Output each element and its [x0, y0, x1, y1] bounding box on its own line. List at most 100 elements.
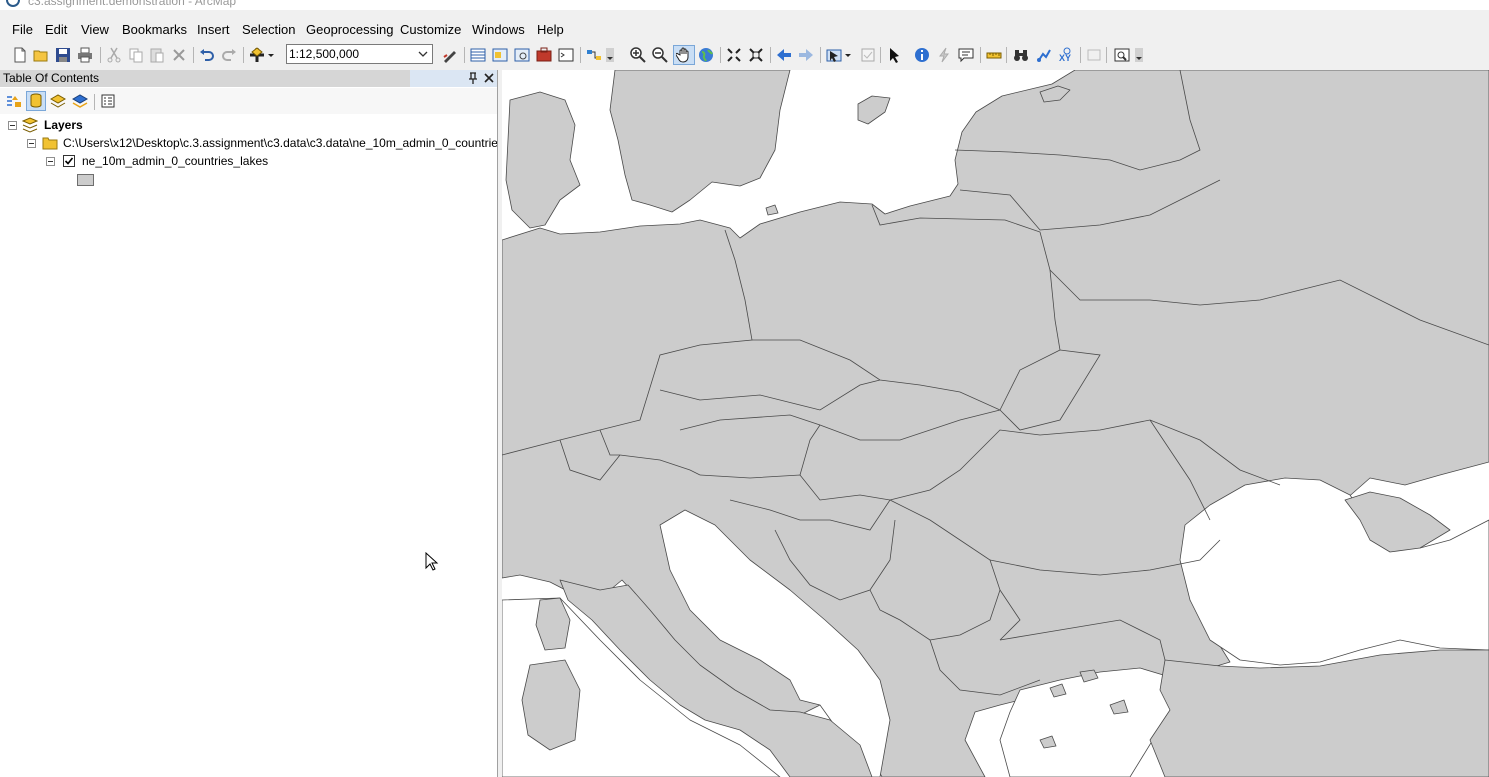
tree-node-layers[interactable]: Layers: [0, 117, 497, 133]
standard-toolbar: XY: [0, 42, 1489, 68]
toolbar-separator: [243, 47, 244, 63]
toolbar-separator: [880, 47, 881, 63]
identify-icon[interactable]: [912, 45, 932, 65]
toc-options-icon[interactable]: [98, 91, 118, 111]
tree-node-folder[interactable]: C:\Users\x12\Desktop\c.3.assignment\c3.d…: [0, 135, 497, 151]
close-icon[interactable]: [482, 71, 496, 85]
map-canvas[interactable]: [502, 70, 1489, 777]
toolbar-separator: [100, 47, 101, 63]
toolbar-separator: [720, 47, 721, 63]
anatolia-landmass: [1149, 649, 1489, 777]
create-viewer-window-icon[interactable]: [1112, 45, 1132, 65]
go-to-xy-icon[interactable]: XY: [1056, 45, 1076, 65]
delete-icon[interactable]: [169, 45, 189, 65]
print-icon[interactable]: [75, 45, 95, 65]
clear-selection-icon[interactable]: [858, 45, 878, 65]
menu-file[interactable]: File: [10, 21, 35, 38]
toc-toolbar: [0, 88, 497, 114]
svg-text:XY: XY: [1059, 53, 1071, 63]
toolbar-separator: [193, 47, 194, 63]
arctoolbox-icon[interactable]: [534, 45, 554, 65]
title-bar: c3.assignment.demonstration - ArcMap: [0, 0, 1489, 10]
menu-edit[interactable]: Edit: [43, 21, 69, 38]
save-icon[interactable]: [53, 45, 73, 65]
fixed-zoom-in-icon[interactable]: [724, 45, 744, 65]
zoom-in-icon[interactable]: [628, 45, 648, 65]
menu-help[interactable]: Help: [535, 21, 566, 38]
list-by-visibility-icon[interactable]: [48, 91, 68, 111]
editor-toolbar-icon[interactable]: [440, 45, 460, 65]
toolbar-separator: [464, 47, 465, 63]
mouse-cursor-icon: [425, 552, 439, 571]
cut-icon[interactable]: [104, 45, 124, 65]
toc-header: Table Of Contents: [0, 70, 497, 87]
collapse-toggle[interactable]: [46, 157, 55, 166]
model-builder-icon[interactable]: [584, 45, 604, 65]
html-popup-icon[interactable]: [956, 45, 976, 65]
toolbar-separator: [1006, 47, 1007, 63]
menu-windows[interactable]: Windows: [470, 21, 527, 38]
list-by-drawing-order-icon[interactable]: [4, 91, 24, 111]
toolbar-separator: [980, 47, 981, 63]
checkmark-icon: [64, 157, 74, 165]
data-frame-layers-icon: [22, 117, 38, 133]
chevron-down-icon[interactable]: [416, 47, 430, 61]
redo-icon[interactable]: [219, 45, 239, 65]
window-title: c3.assignment.demonstration - ArcMap: [28, 0, 237, 8]
sardinia-island: [521, 659, 581, 751]
menu-selection[interactable]: Selection: [240, 21, 297, 38]
auto-hide-pin-icon[interactable]: [466, 71, 480, 85]
toolbar-separator: [770, 47, 771, 63]
toolbar-separator: [94, 94, 95, 110]
copy-icon[interactable]: [126, 45, 146, 65]
full-extent-globe-icon[interactable]: [696, 45, 716, 65]
folder-icon: [42, 137, 58, 150]
list-by-source-icon[interactable]: [26, 91, 46, 111]
layer-symbol-swatch[interactable]: [77, 174, 94, 186]
zoom-out-icon[interactable]: [650, 45, 670, 65]
toolbar-separator: [580, 47, 581, 63]
new-document-icon[interactable]: [10, 45, 30, 65]
tree-node-layer[interactable]: ne_10m_admin_0_countries_lakes: [0, 153, 497, 169]
find-route-icon[interactable]: [1034, 45, 1054, 65]
pan-hand-icon[interactable]: [673, 45, 695, 65]
table-of-contents-icon[interactable]: [468, 45, 488, 65]
toc-title: Table Of Contents: [3, 71, 100, 85]
measure-icon[interactable]: [984, 45, 1004, 65]
python-window-icon[interactable]: [556, 45, 576, 65]
menu-bar: File Edit View Bookmarks Insert Selectio…: [0, 19, 1489, 41]
menu-geoprocessing[interactable]: Geoprocessing: [304, 21, 395, 38]
go-forward-arrow-icon[interactable]: [796, 45, 816, 65]
go-back-arrow-icon[interactable]: [774, 45, 794, 65]
list-by-selection-icon[interactable]: [70, 91, 90, 111]
hyperlink-lightning-icon[interactable]: [934, 45, 954, 65]
map-display[interactable]: [502, 70, 1489, 777]
toolbar-separator: [1080, 47, 1081, 63]
select-elements-arrow-icon[interactable]: [885, 45, 905, 65]
select-features-icon[interactable]: [824, 45, 854, 65]
fixed-zoom-out-icon[interactable]: [746, 45, 766, 65]
add-data-icon[interactable]: [247, 45, 277, 65]
collapse-toggle[interactable]: [27, 139, 36, 148]
undo-icon[interactable]: [197, 45, 217, 65]
layer-visibility-checkbox[interactable]: [63, 155, 75, 167]
toolbar-overflow-icon[interactable]: [604, 45, 616, 65]
paste-icon[interactable]: [147, 45, 167, 65]
folder-path-label: C:\Users\x12\Desktop\c.3.assignment\c3.d…: [63, 136, 497, 150]
menu-view[interactable]: View: [79, 21, 111, 38]
menu-customize[interactable]: Customize: [398, 21, 463, 38]
toolbar-overflow-icon[interactable]: [1133, 45, 1145, 65]
collapse-toggle[interactable]: [8, 121, 17, 130]
search-window-icon[interactable]: [512, 45, 532, 65]
catalog-window-icon[interactable]: [490, 45, 510, 65]
map-scale-dropdown[interactable]: [286, 44, 433, 64]
menu-bookmarks[interactable]: Bookmarks: [120, 21, 189, 38]
toc-title-bar[interactable]: Table Of Contents: [0, 70, 410, 87]
table-of-contents-panel: Table Of Contents Layers C:\Users\x12\De…: [0, 70, 498, 777]
find-binoculars-icon[interactable]: [1011, 45, 1031, 65]
time-slider-icon[interactable]: [1084, 45, 1104, 65]
arcmap-app-icon: [6, 0, 20, 7]
menu-insert[interactable]: Insert: [195, 21, 232, 38]
open-folder-icon[interactable]: [31, 45, 51, 65]
map-scale-input[interactable]: [287, 45, 409, 63]
